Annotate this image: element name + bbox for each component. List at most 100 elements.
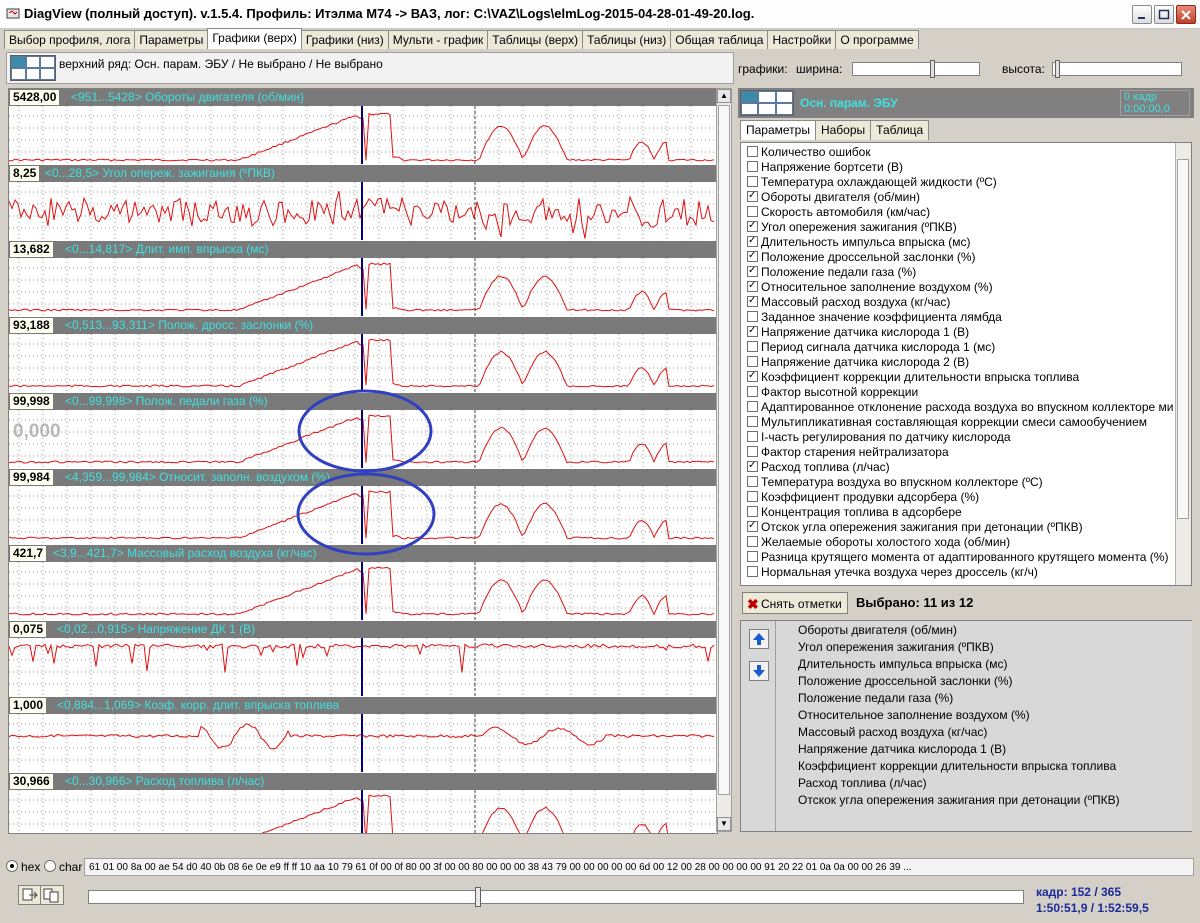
param-row[interactable]: Положение педали газа (%)	[747, 263, 916, 280]
chart-plot[interactable]	[9, 182, 715, 240]
param-row[interactable]: Коэффициент продувки адсорбера (%)	[747, 490, 979, 505]
param-checkbox[interactable]	[747, 416, 758, 427]
param-checkbox[interactable]	[747, 311, 758, 322]
width-slider[interactable]	[852, 60, 980, 78]
export-button[interactable]	[18, 885, 42, 905]
chart-2[interactable]: 13,682 <0...14,817> Длит. имп. впрыска (м…	[9, 241, 717, 317]
scroll-thumb[interactable]	[718, 105, 730, 795]
tab-1[interactable]: Параметры	[134, 30, 209, 49]
param-row[interactable]: I-часть регулирования по датчику кислоро…	[747, 430, 1011, 445]
copy-button[interactable]	[40, 885, 64, 905]
param-checkbox[interactable]	[747, 446, 758, 457]
param-checkbox[interactable]	[747, 323, 758, 338]
param-row[interactable]: Мультипликативная составляющая коррекции…	[747, 415, 1147, 430]
timeline-slider[interactable]	[88, 887, 1024, 907]
order-item[interactable]: Отскок угла опережения зажигания при дет…	[798, 793, 1120, 807]
param-checkbox[interactable]	[747, 176, 758, 187]
param-row[interactable]: Напряжение датчика кислорода 1 (В)	[747, 323, 969, 340]
param-checkbox[interactable]	[747, 356, 758, 367]
chart-plot[interactable]	[9, 258, 715, 316]
order-item[interactable]: Угол опережения зажигания (ºПКВ)	[798, 640, 994, 654]
tab-6[interactable]: Таблицы (низ)	[582, 30, 672, 49]
param-row[interactable]: Температура охлаждающей жидкости (ºС)	[747, 175, 997, 190]
param-row[interactable]: Желаемые обороты холостого хода (об/мин)	[747, 535, 1010, 550]
order-item[interactable]: Относительное заполнение воздухом (%)	[798, 708, 1030, 722]
param-checkbox[interactable]	[747, 293, 758, 308]
timeline-thumb[interactable]	[475, 887, 482, 907]
param-row[interactable]: Положение дроссельной заслонки (%)	[747, 248, 976, 265]
scroll-up-icon[interactable]: ▲	[717, 89, 731, 103]
chart-9[interactable]: 30,966 <0...30,966> Расход топлива (л/час…	[9, 773, 717, 834]
param-checkbox[interactable]	[747, 263, 758, 278]
chart-6[interactable]: 421,7 <3,9...421,7> Массовый расход возду…	[9, 545, 717, 621]
param-checkbox[interactable]	[747, 431, 758, 442]
params-list[interactable]: Нормальная утечка воздуха через дроссель…	[740, 142, 1192, 586]
param-checkbox[interactable]	[747, 566, 758, 577]
order-item[interactable]: Коэффициент коррекции длительности впрыс…	[798, 759, 1116, 773]
param-row[interactable]: Концентрация топлива в адсорбере	[747, 505, 962, 520]
params-scroll-thumb[interactable]	[1177, 159, 1189, 519]
param-checkbox[interactable]	[747, 218, 758, 233]
panel-layout-icon[interactable]	[740, 90, 794, 116]
chart-3[interactable]: 93,188 <0,513...93,311> Полож. дросс. зас…	[9, 317, 717, 393]
param-row[interactable]: Температура воздуха во впускном коллекто…	[747, 475, 1043, 490]
order-item[interactable]: Длительность импульса впрыска (мс)	[798, 657, 1008, 671]
tab-0[interactable]: Выбор профиля, лога	[4, 30, 136, 49]
param-checkbox[interactable]	[747, 341, 758, 352]
chart-1[interactable]: 8,25 <0...28,5> Угол опереж. зажигания (º…	[9, 165, 717, 241]
param-checkbox[interactable]	[747, 506, 758, 517]
tab-4[interactable]: Мульти - график	[387, 30, 489, 49]
chart-5[interactable]: 99,984 <4,359...99,984> Относит. заполн. …	[9, 469, 717, 545]
tab-7[interactable]: Общая таблица	[670, 30, 769, 49]
chart-7[interactable]: 0,075 <0,02...0,915> Напряжение ДК 1 (В)	[9, 621, 717, 697]
chart-plot[interactable]	[9, 334, 715, 392]
param-row[interactable]: Скорость автомобиля (км/час)	[747, 205, 930, 220]
param-row[interactable]: Относительное заполнение воздухом (%)	[747, 278, 993, 295]
param-row[interactable]: Заданное значение коэффициента лямбда	[747, 310, 1002, 325]
param-row[interactable]: Отскок угла опережения зажигания при дет…	[747, 518, 1083, 535]
param-row[interactable]: Угол опережения зажигания (ºПКВ)	[747, 218, 957, 235]
param-checkbox[interactable]	[747, 248, 758, 263]
params-list-scrollbar[interactable]	[1175, 143, 1191, 585]
param-row[interactable]: Длительность импульса впрыска (мс)	[747, 233, 971, 250]
maximize-button[interactable]	[1154, 5, 1174, 24]
param-checkbox[interactable]	[747, 146, 758, 157]
chart-plot[interactable]	[9, 486, 715, 544]
order-item[interactable]: Положение дроссельной заслонки (%)	[798, 674, 1013, 688]
param-row[interactable]: Разница крутящего момента от адаптирован…	[747, 550, 1168, 565]
layout-grid-icon[interactable]	[10, 55, 56, 81]
param-row[interactable]: Количество ошибок	[747, 145, 871, 160]
chart-plot[interactable]	[9, 562, 715, 620]
order-item[interactable]: Расход топлива (л/час)	[798, 776, 927, 790]
param-row[interactable]: Нормальная утечка воздуха через дроссель…	[747, 565, 1038, 580]
chart-plot[interactable]	[9, 790, 715, 834]
param-checkbox[interactable]	[747, 368, 758, 383]
panel-tab-0[interactable]: Параметры	[740, 120, 816, 140]
panel-tab-2[interactable]: Таблица	[870, 120, 930, 140]
order-item[interactable]: Массовый расход воздуха (кг/час)	[798, 725, 987, 739]
param-checkbox[interactable]	[747, 536, 758, 547]
param-checkbox[interactable]	[747, 458, 758, 473]
order-item[interactable]: Положение педали газа (%)	[798, 691, 953, 705]
param-row[interactable]: Период сигнала датчика кислорода 1 (мс)	[747, 340, 995, 355]
param-checkbox[interactable]	[747, 188, 758, 203]
param-row[interactable]: Фактор высотной коррекции	[747, 385, 918, 400]
tab-9[interactable]: О программе	[835, 30, 919, 49]
clear-selection-button[interactable]: ✖ Снять отметки	[742, 592, 848, 614]
param-row[interactable]: Напряжение датчика кислорода 2 (В)	[747, 355, 969, 370]
chart-plot[interactable]	[9, 638, 715, 696]
height-slider[interactable]	[1052, 60, 1182, 78]
close-button[interactable]	[1176, 5, 1196, 24]
param-row[interactable]: Расход топлива (л/час)	[747, 458, 890, 475]
param-order-list[interactable]: Обороты двигателя (об/мин) Угол опережени…	[775, 621, 1192, 831]
height-slider-thumb[interactable]	[1055, 60, 1061, 78]
scroll-down-icon[interactable]: ▼	[717, 817, 731, 831]
param-checkbox[interactable]	[747, 206, 758, 217]
param-row[interactable]: Адаптированное отклонение расхода воздух…	[747, 400, 1174, 415]
order-item[interactable]: Напряжение датчика кислорода 1 (В)	[798, 742, 1006, 756]
param-checkbox[interactable]	[747, 551, 758, 562]
charts-scrollbar[interactable]: ▲ ▼	[716, 88, 732, 832]
hex-radio[interactable]: hex	[6, 860, 40, 874]
panel-tab-1[interactable]: Наборы	[814, 120, 872, 140]
chart-plot[interactable]	[9, 106, 715, 164]
